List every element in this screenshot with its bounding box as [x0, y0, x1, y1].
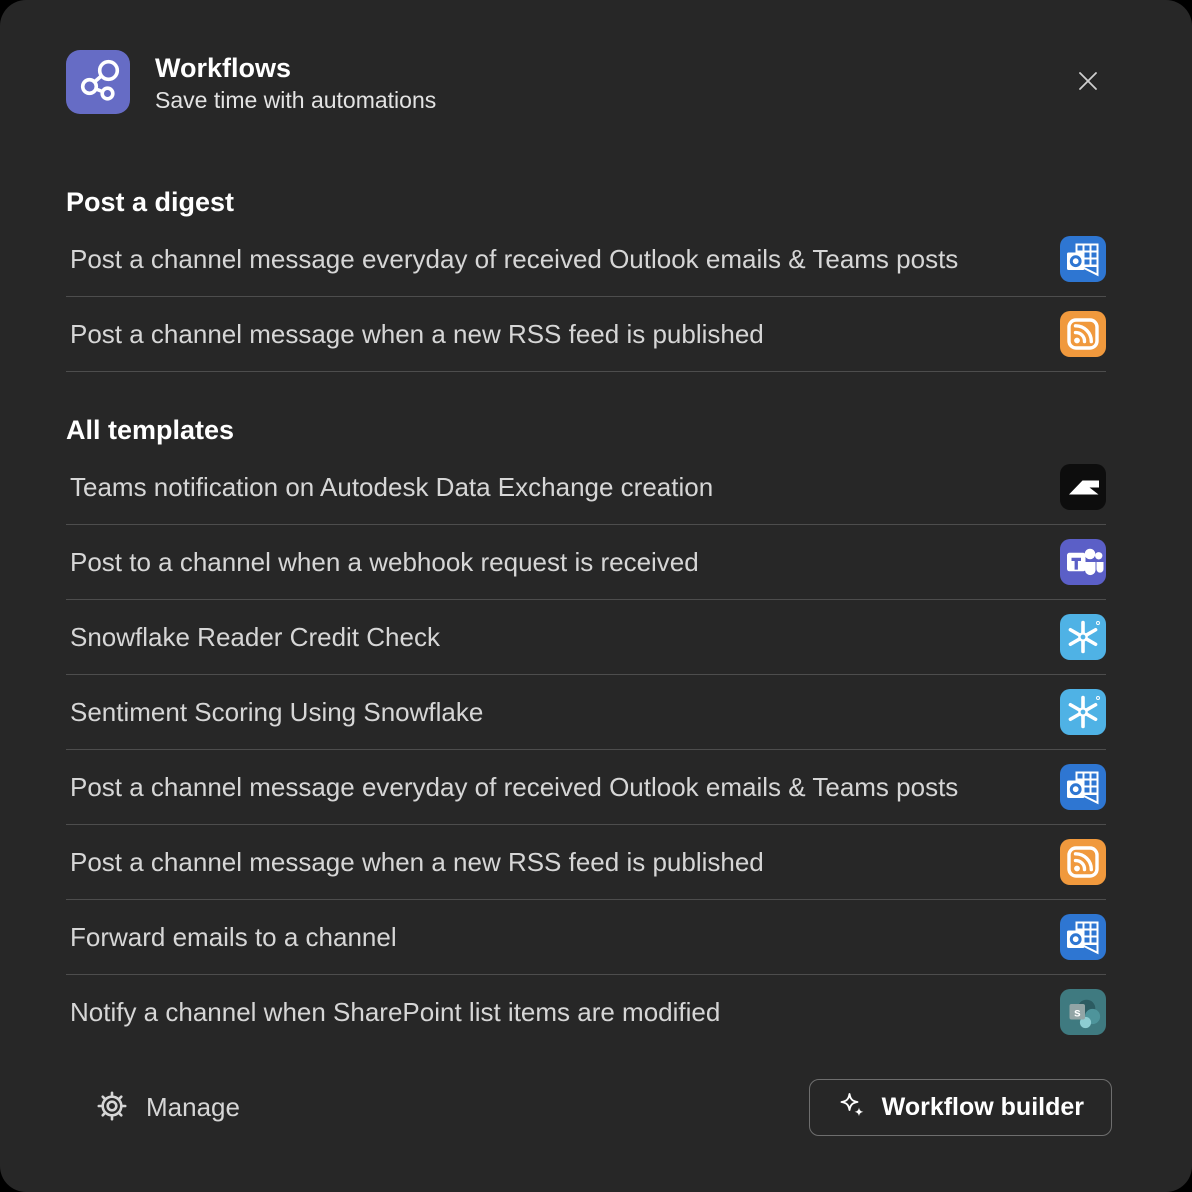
header-text: Workflows Save time with automations: [155, 50, 436, 116]
workflow-builder-label: Workflow builder: [882, 1093, 1084, 1122]
teams-icon: [1060, 539, 1106, 585]
template-list: Teams notification on Autodesk Data Exch…: [66, 450, 1106, 1049]
snowflake-icon: [1060, 689, 1106, 735]
dialog-header: Workflows Save time with automations: [0, 0, 1192, 116]
sharepoint-icon: s: [1060, 989, 1106, 1035]
template-list: Post a channel message everyday of recei…: [66, 222, 1106, 372]
template-section: Post a digest Post a channel message ever…: [66, 186, 1106, 372]
autodesk-icon: [1060, 464, 1106, 510]
list-item[interactable]: Post a channel message when a new RSS fe…: [66, 297, 1106, 372]
dialog-footer: Manage Workflow builder: [0, 1079, 1192, 1136]
outlook-icon: [1060, 914, 1106, 960]
list-item[interactable]: Sentiment Scoring Using Snowflake: [66, 675, 1106, 750]
section-heading: All templates: [66, 414, 1106, 446]
gear-icon: [96, 1090, 128, 1125]
manage-button[interactable]: Manage: [96, 1090, 240, 1125]
sections: Post a digest Post a channel message ever…: [0, 186, 1192, 1049]
workflows-app-icon: [66, 50, 130, 114]
outlook-icon: [1060, 236, 1106, 282]
list-item[interactable]: Forward emails to a channel: [66, 900, 1106, 975]
list-item[interactable]: Post a channel message everyday of recei…: [66, 750, 1106, 825]
list-item-label: Notify a channel when SharePoint list it…: [66, 997, 720, 1028]
list-item-label: Teams notification on Autodesk Data Exch…: [66, 472, 713, 503]
close-icon: [1070, 63, 1106, 102]
list-item[interactable]: Post to a channel when a webhook request…: [66, 525, 1106, 600]
workflow-builder-button[interactable]: Workflow builder: [809, 1079, 1112, 1136]
workflow-share-icon: [66, 48, 130, 117]
list-item[interactable]: Notify a channel when SharePoint list it…: [66, 975, 1106, 1049]
section-heading: Post a digest: [66, 186, 1106, 218]
list-item-label: Snowflake Reader Credit Check: [66, 622, 440, 653]
workflows-dialog: Workflows Save time with automations Pos…: [0, 0, 1192, 1192]
snowflake-icon: [1060, 614, 1106, 660]
list-item-label: Post a channel message everyday of recei…: [66, 772, 958, 803]
list-item-label: Forward emails to a channel: [66, 922, 397, 953]
list-item[interactable]: Teams notification on Autodesk Data Exch…: [66, 450, 1106, 525]
manage-button-label: Manage: [146, 1092, 240, 1123]
list-item-label: Sentiment Scoring Using Snowflake: [66, 697, 483, 728]
list-item-label: Post a channel message everyday of recei…: [66, 244, 958, 275]
list-item[interactable]: Post a channel message when a new RSS fe…: [66, 825, 1106, 900]
template-section: All templates Teams notification on Autod…: [66, 414, 1106, 1049]
rss-icon: [1060, 839, 1106, 885]
dialog-subtitle: Save time with automations: [155, 85, 436, 116]
list-item-label: Post to a channel when a webhook request…: [66, 547, 699, 578]
close-button[interactable]: [1068, 62, 1108, 102]
list-item[interactable]: Snowflake Reader Credit Check: [66, 600, 1106, 675]
outlook-icon: [1060, 764, 1106, 810]
svg-text:s: s: [1074, 1005, 1081, 1019]
dialog-title: Workflows: [155, 52, 436, 85]
rss-icon: [1060, 311, 1106, 357]
list-item-label: Post a channel message when a new RSS fe…: [66, 319, 764, 350]
list-item-label: Post a channel message when a new RSS fe…: [66, 847, 764, 878]
list-item[interactable]: Post a channel message everyday of recei…: [66, 222, 1106, 297]
sparkle-icon: [837, 1091, 867, 1124]
